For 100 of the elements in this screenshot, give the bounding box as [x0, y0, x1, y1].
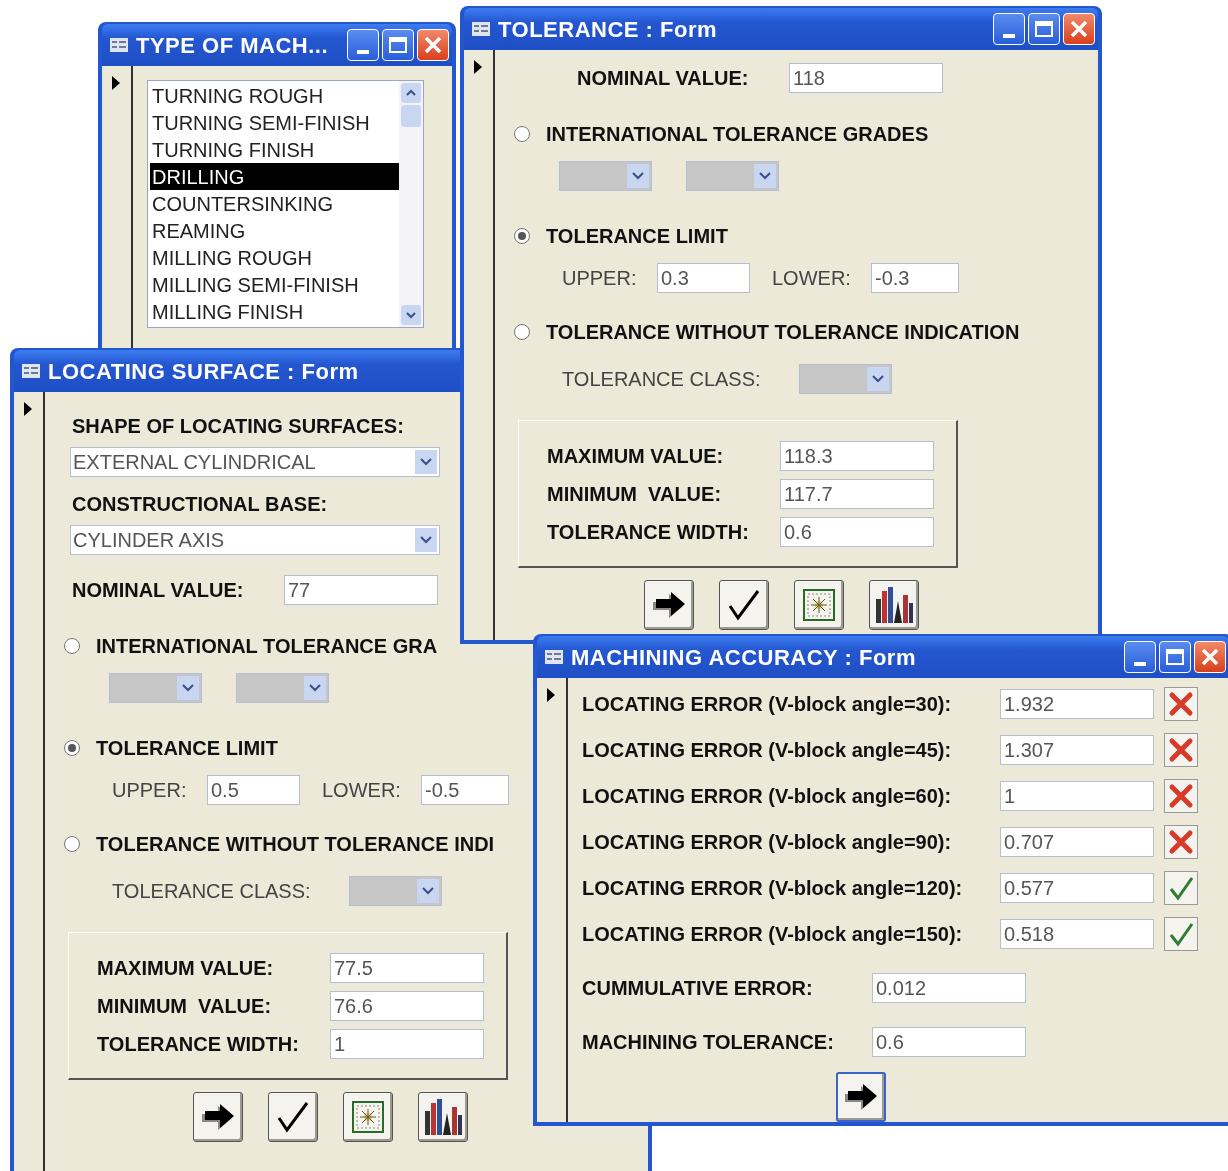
caret-icon: [415, 450, 437, 474]
field-label: MAXIMUM VALUE:: [547, 443, 725, 469]
record-selector-icon: [112, 76, 120, 90]
maximize-button[interactable]: [1159, 641, 1191, 673]
arrow-button[interactable]: [644, 580, 694, 630]
close-button[interactable]: [1063, 13, 1095, 45]
text-field[interactable]: 1: [330, 1028, 484, 1059]
text-field[interactable]: 1: [1000, 781, 1154, 811]
radio-label: INTERNATIONAL TOLERANCE GRADES: [546, 122, 929, 147]
radio-label: TOLERANCE LIMIT: [546, 224, 728, 249]
radio-button[interactable]: [514, 228, 530, 244]
list-item[interactable]: REAMING: [150, 217, 399, 244]
dropdown[interactable]: CYLINDER AXIS: [70, 525, 440, 555]
text-field[interactable]: 0.577: [1000, 873, 1154, 903]
checkmark-button[interactable]: [719, 580, 769, 630]
maximize-icon: [1035, 21, 1053, 37]
arrow-button[interactable]: [193, 1092, 243, 1142]
field-label: CUMMULATIVE ERROR:: [582, 976, 814, 1002]
form-icon: [22, 364, 40, 378]
field-label: LOCATING ERROR (V-block angle=45):: [582, 738, 953, 763]
close-button[interactable]: [417, 29, 449, 61]
window-title: LOCATING SURFACE : Form: [48, 357, 359, 386]
form-icon: [472, 22, 490, 36]
text-field[interactable]: 118.3: [780, 440, 934, 471]
radio-button[interactable]: [64, 740, 80, 756]
minimize-button[interactable]: [347, 29, 379, 61]
field-label: MINIMUM VALUE:: [97, 993, 273, 1019]
checkmark-icon: [727, 588, 761, 622]
field-label: TOLERANCE CLASS:: [112, 879, 312, 904]
close-icon: [1070, 20, 1088, 38]
radio-button[interactable]: [64, 638, 80, 654]
minimize-icon: [357, 50, 369, 54]
text-field[interactable]: 0.5: [207, 775, 300, 805]
arrow-icon: [843, 1082, 879, 1112]
text-field[interactable]: 76.6: [330, 990, 484, 1021]
chart-button[interactable]: [869, 580, 919, 630]
text-field[interactable]: 77: [284, 575, 438, 605]
maximize-icon: [389, 37, 407, 53]
scrollbar[interactable]: [399, 81, 423, 327]
list-item[interactable]: MILLING SEMI-FINISH: [150, 271, 399, 298]
field-label: LOCATING ERROR (V-block angle=30):: [582, 692, 953, 717]
form-icon: [545, 650, 563, 664]
field-label: NOMINAL VALUE:: [72, 578, 245, 603]
field-label: MINIMUM VALUE:: [547, 481, 723, 507]
minimize-button[interactable]: [993, 13, 1025, 45]
text-field[interactable]: 1.307: [1000, 735, 1154, 765]
caret-icon: [415, 528, 437, 552]
text-field[interactable]: 0.518: [1000, 919, 1154, 949]
close-icon: [424, 36, 442, 54]
record-selector-icon: [547, 688, 555, 702]
list-item[interactable]: DRILLING: [150, 163, 399, 190]
record-selector-icon: [474, 60, 482, 74]
list-item[interactable]: TURNING FINISH: [150, 136, 399, 163]
close-icon: [1201, 648, 1219, 666]
text-field[interactable]: 1.932: [1000, 689, 1154, 719]
list-item[interactable]: TURNING SEMI-FINISH: [150, 109, 399, 136]
picture-button[interactable]: [343, 1092, 393, 1142]
text-field[interactable]: 118: [789, 63, 943, 93]
text-field[interactable]: -0.5: [421, 775, 509, 805]
list-item[interactable]: MILLING FINISH: [150, 298, 399, 325]
field-label: TOLERANCE WIDTH:: [97, 1031, 300, 1057]
radio-button[interactable]: [514, 126, 530, 142]
minimize-button[interactable]: [1124, 641, 1156, 673]
picture-button[interactable]: [794, 580, 844, 630]
scroll-thumb[interactable]: [401, 105, 421, 127]
list-box[interactable]: TURNING ROUGH TURNING SEMI-FINISH TURNING FINISH DRILLING COUNTERSINKING REAMING MILLING ROUGH MILLING SEMI-FINISH MILLING FINISH: [147, 80, 424, 328]
field-label: LOCATING ERROR (V-block angle=60):: [582, 784, 953, 809]
text-field[interactable]: -0.3: [871, 263, 959, 293]
dropdown[interactable]: EXTERNAL CYLINDRICAL: [70, 447, 440, 477]
starburst-icon: [803, 589, 835, 621]
arrow-icon: [200, 1102, 236, 1132]
text-field[interactable]: 0.3: [657, 263, 750, 293]
list-item[interactable]: MILLING ROUGH: [150, 244, 399, 271]
radio-label: TOLERANCE LIMIT: [96, 736, 278, 761]
field-label: NOMINAL VALUE:: [577, 66, 750, 91]
close-button[interactable]: [1194, 641, 1226, 673]
radio-button[interactable]: [514, 324, 530, 340]
scroll-down-icon: [401, 305, 421, 325]
text-field[interactable]: 0.012: [872, 973, 1026, 1004]
list-item[interactable]: TURNING ROUGH: [150, 82, 399, 109]
radio-label: TOLERANCE WITHOUT TOLERANCE INDI: [96, 832, 495, 857]
text-field[interactable]: 0.707: [1000, 827, 1154, 857]
caret-icon: [417, 879, 439, 903]
checkmark-icon: [276, 1100, 310, 1134]
checkmark-button[interactable]: [268, 1092, 318, 1142]
chart-button[interactable]: [418, 1092, 468, 1142]
text-field[interactable]: 117.7: [780, 478, 934, 509]
maximize-button[interactable]: [382, 29, 414, 61]
list-item[interactable]: COUNTERSINKING: [150, 190, 399, 217]
text-field[interactable]: 0.6: [872, 1026, 1026, 1057]
caret-icon: [627, 164, 649, 188]
radio-button[interactable]: [64, 836, 80, 852]
bars-icon: [423, 1097, 463, 1137]
arrow-button[interactable]: [836, 1072, 886, 1122]
radio-label: TOLERANCE WITHOUT TOLERANCE INDICATION: [546, 320, 1020, 345]
text-field[interactable]: 77.5: [330, 952, 484, 983]
text-field[interactable]: 0.6: [780, 516, 934, 547]
field-label: LOCATING ERROR (V-block angle=150):: [582, 922, 964, 947]
field-label: LOWER:: [322, 778, 402, 803]
maximize-button[interactable]: [1028, 13, 1060, 45]
